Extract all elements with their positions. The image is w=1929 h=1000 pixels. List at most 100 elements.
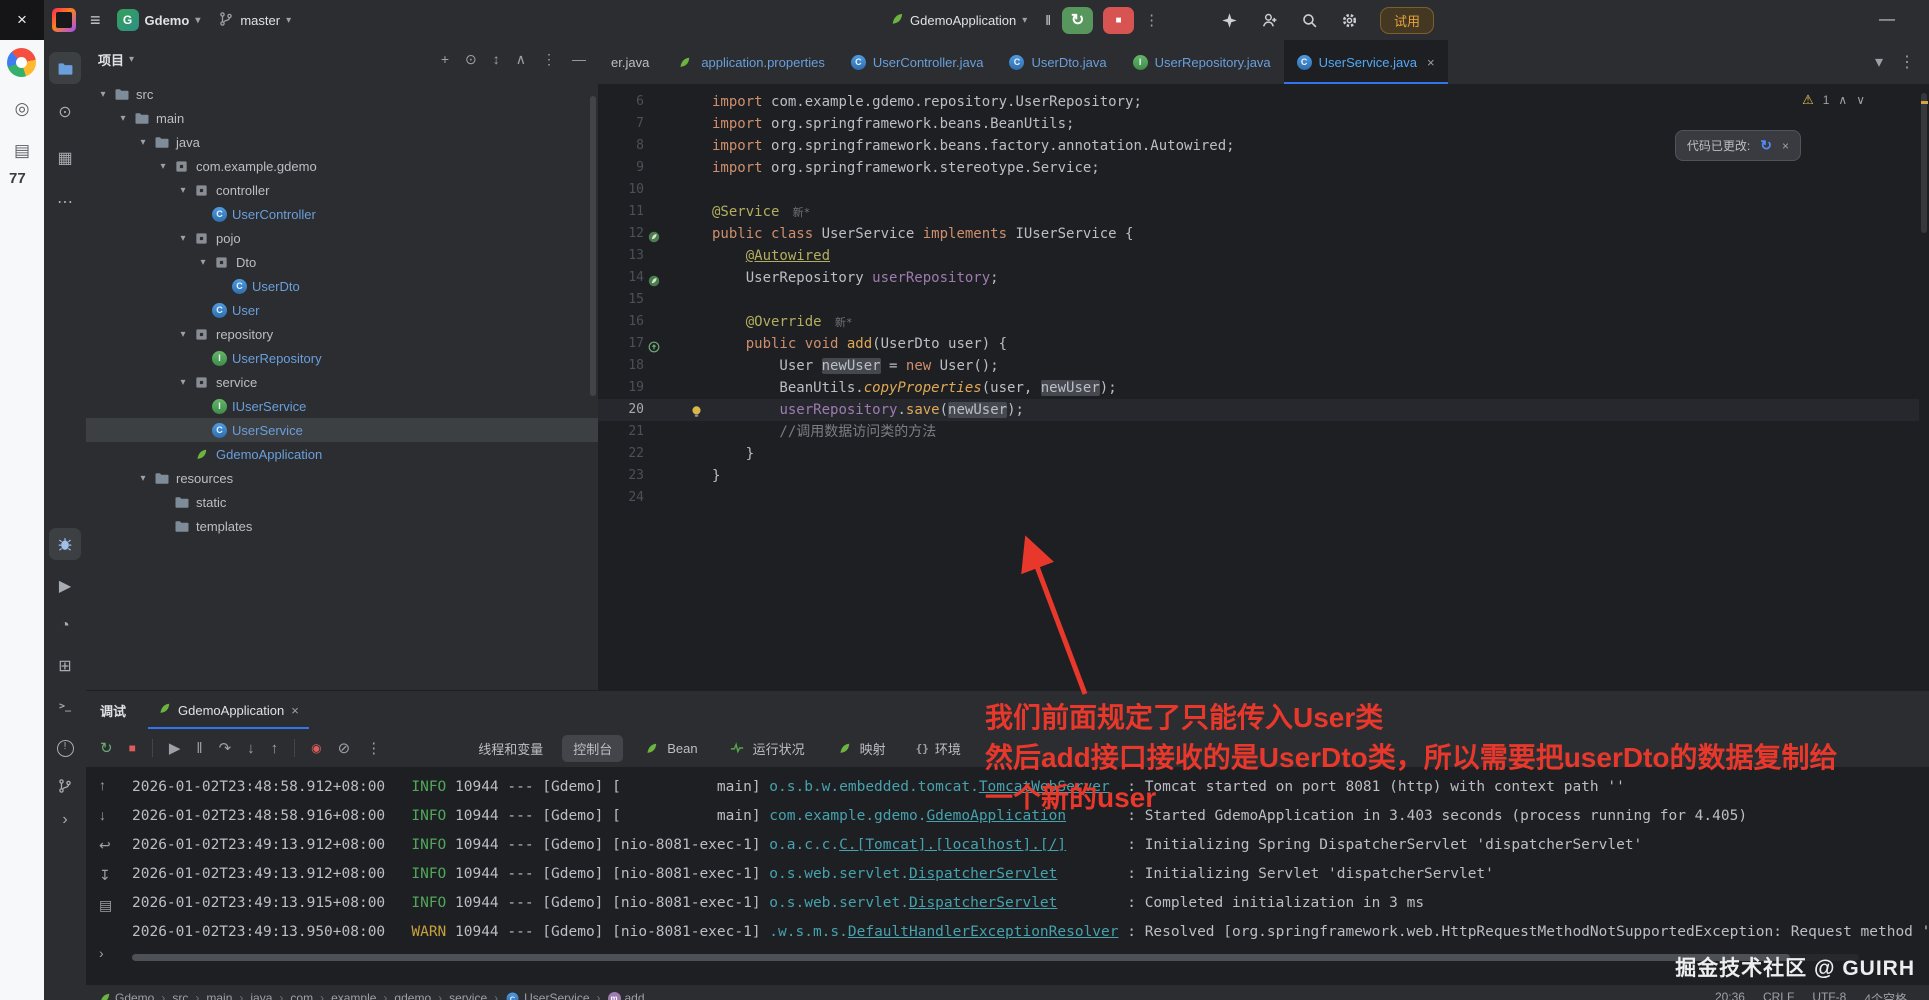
ai-assistant-icon[interactable]: [1220, 11, 1238, 29]
project-selector[interactable]: G Gdemo ▾: [116, 9, 200, 31]
tree-item-pojo[interactable]: ▾ pojo: [86, 226, 598, 250]
overlay-tool-icon-2[interactable]: ▤: [9, 138, 35, 164]
main-menu-button[interactable]: ≡: [90, 10, 101, 31]
stripe-expand-button[interactable]: ›: [49, 804, 81, 836]
breadcrumb-item-userservice[interactable]: C UserService: [505, 991, 590, 1000]
status-item-crlf[interactable]: CRLF: [1763, 990, 1794, 1000]
stop-button[interactable]: ■: [1103, 6, 1135, 34]
debug-view-tab-映射[interactable]: 映射: [824, 735, 897, 762]
breadcrumb-item-com[interactable]: com: [290, 991, 313, 1000]
project-tool-button[interactable]: [49, 52, 81, 84]
code-line[interactable]: 15: [598, 289, 1919, 311]
expand-all-button[interactable]: ↕: [493, 51, 500, 68]
editor-tab-userdto-java[interactable]: C UserDto.java: [996, 40, 1119, 84]
debug-view-tab-运行状况[interactable]: 运行状况: [717, 735, 816, 762]
tree-chevron-icon[interactable]: ▾: [174, 185, 192, 196]
breadcrumb-item-service[interactable]: service: [449, 991, 487, 1000]
colorful-app-icon[interactable]: [7, 48, 36, 77]
soft-wrap-icon[interactable]: ↩: [99, 837, 111, 854]
debug-view-tab-环境[interactable]: {} 环境: [905, 735, 972, 762]
code-with-me-icon[interactable]: [1260, 11, 1278, 29]
editor-tab-userservice-java[interactable]: C UserService.java ×: [1283, 40, 1448, 84]
debug-view-tab-控制台[interactable]: 控制台: [562, 734, 624, 762]
tree-item-resources[interactable]: ▾ resources: [86, 466, 598, 490]
structure-tool-button[interactable]: ▦: [49, 142, 81, 174]
code-line[interactable]: 24: [598, 487, 1919, 509]
overlay-close-button[interactable]: ×: [0, 0, 44, 40]
tree-chevron-icon[interactable]: ▾: [114, 113, 132, 124]
warning-count[interactable]: 1: [1823, 93, 1830, 107]
overlay-tool-icon-1[interactable]: ◎: [9, 96, 35, 122]
debug-session-tab[interactable]: GdemoApplication ×: [148, 691, 309, 729]
minimize-button[interactable]: —: [1867, 0, 1907, 40]
console-class-link[interactable]: DispatcherServlet: [909, 895, 1057, 911]
breadcrumb-item-java[interactable]: java: [250, 991, 272, 1000]
editor-scrollbar[interactable]: [1919, 85, 1929, 690]
code-line[interactable]: 11 @Service 新*: [598, 201, 1919, 223]
code-line[interactable]: 19 BeanUtils.copyProperties(user, newUse…: [598, 377, 1919, 399]
more-tool-windows-button[interactable]: ⋯: [49, 186, 81, 218]
gutter-expand-icon[interactable]: ›: [99, 945, 104, 961]
code-line[interactable]: 16 @Override 新*: [598, 311, 1919, 333]
prev-problem-button[interactable]: ∧: [1838, 93, 1847, 107]
tree-item-userrepository[interactable]: I UserRepository: [86, 346, 598, 370]
code-line[interactable]: 23}: [598, 465, 1919, 487]
tree-chevron-icon[interactable]: ▾: [134, 473, 152, 484]
step-out-button[interactable]: ↑: [271, 740, 279, 757]
code-line[interactable]: 18 User newUser = new User();: [598, 355, 1919, 377]
breadcrumb-item-gdemo[interactable]: Gdemo: [98, 991, 154, 1000]
tree-item-src[interactable]: ▾ src: [86, 82, 598, 106]
scroll-to-end-icon[interactable]: ↧: [99, 867, 111, 884]
console-class-link[interactable]: DispatcherServlet: [909, 866, 1057, 882]
services-tool-button[interactable]: ⊞: [49, 650, 81, 682]
tree-chevron-icon[interactable]: ▾: [134, 137, 152, 148]
code-line[interactable]: 20 userRepository.save(newUser);: [598, 399, 1919, 421]
commit-tool-button[interactable]: ⊙: [49, 96, 81, 128]
debug-view-tab-线程和变量[interactable]: 线程和变量: [467, 735, 554, 762]
tree-item-templates[interactable]: templates: [86, 514, 598, 538]
breadcrumb-item-main[interactable]: main: [206, 991, 232, 1000]
terminal-tool-button[interactable]: >_: [49, 690, 81, 722]
pause-button[interactable]: ‖: [1045, 12, 1052, 28]
breadcrumb-item-src[interactable]: src: [172, 991, 188, 1000]
breadcrumb-item-add[interactable]: m add: [607, 991, 645, 1000]
code-line[interactable]: 6 import com.example.gdemo.repository.Use…: [598, 91, 1919, 113]
console-hscrollbar[interactable]: [132, 954, 1859, 961]
maximize-button[interactable]: □: [1911, 0, 1929, 40]
run-tool-button[interactable]: ▶: [49, 570, 81, 602]
version-control-tool-button[interactable]: [49, 770, 81, 802]
code-line[interactable]: 14 UserRepository userRepository;: [598, 267, 1919, 289]
editor-tab-application-properties[interactable]: application.properties: [662, 40, 838, 84]
tree-chevron-icon[interactable]: ▾: [194, 257, 212, 268]
search-icon[interactable]: [1300, 11, 1318, 29]
tree-item-usercontroller[interactable]: C UserController: [86, 202, 598, 226]
locate-file-button[interactable]: ⊙: [465, 51, 477, 68]
breadcrumb-item-gdemo[interactable]: gdemo: [394, 991, 431, 1000]
tree-item-java[interactable]: ▾ java: [86, 130, 598, 154]
warning-stripe-mark[interactable]: [1921, 101, 1928, 104]
run-config-selector[interactable]: GdemoApplication ▾: [890, 12, 1027, 29]
print-icon[interactable]: ▤: [99, 897, 112, 914]
code-line[interactable]: 22 }: [598, 443, 1919, 465]
tab-options-button[interactable]: ⋮: [1899, 52, 1915, 72]
tree-item-controller[interactable]: ▾ controller: [86, 178, 598, 202]
scrollbar-thumb[interactable]: [1921, 93, 1927, 233]
tree-item-iuserservice[interactable]: I IUserService: [86, 394, 598, 418]
tree-item-userdto[interactable]: C UserDto: [86, 274, 598, 298]
editor-tab-userrepository-java[interactable]: I UserRepository.java: [1120, 40, 1284, 84]
view-breakpoints-button[interactable]: ◉: [311, 741, 321, 755]
scroll-up-icon[interactable]: ↑: [99, 777, 106, 793]
code-line[interactable]: 10: [598, 179, 1919, 201]
tree-chevron-icon[interactable]: ▾: [174, 329, 192, 340]
tree-chevron-icon[interactable]: ▾: [94, 89, 112, 100]
tree-item-main[interactable]: ▾ main: [86, 106, 598, 130]
debug-view-tab-bean[interactable]: Bean: [631, 737, 708, 760]
status-item-20-36[interactable]: 20:36: [1715, 990, 1745, 1000]
tree-item-service[interactable]: ▾ service: [86, 370, 598, 394]
pause-program-button[interactable]: ‖: [196, 740, 202, 757]
breadcrumb-item-example[interactable]: example: [331, 991, 376, 1000]
close-tab-icon[interactable]: ×: [1427, 55, 1435, 70]
rerun-debug-button[interactable]: ↻: [100, 739, 113, 757]
tree-item-com-example-gdemo[interactable]: ▾ com.example.gdemo: [86, 154, 598, 178]
code-line[interactable]: 21 //调用数据访问类的方法: [598, 421, 1919, 443]
